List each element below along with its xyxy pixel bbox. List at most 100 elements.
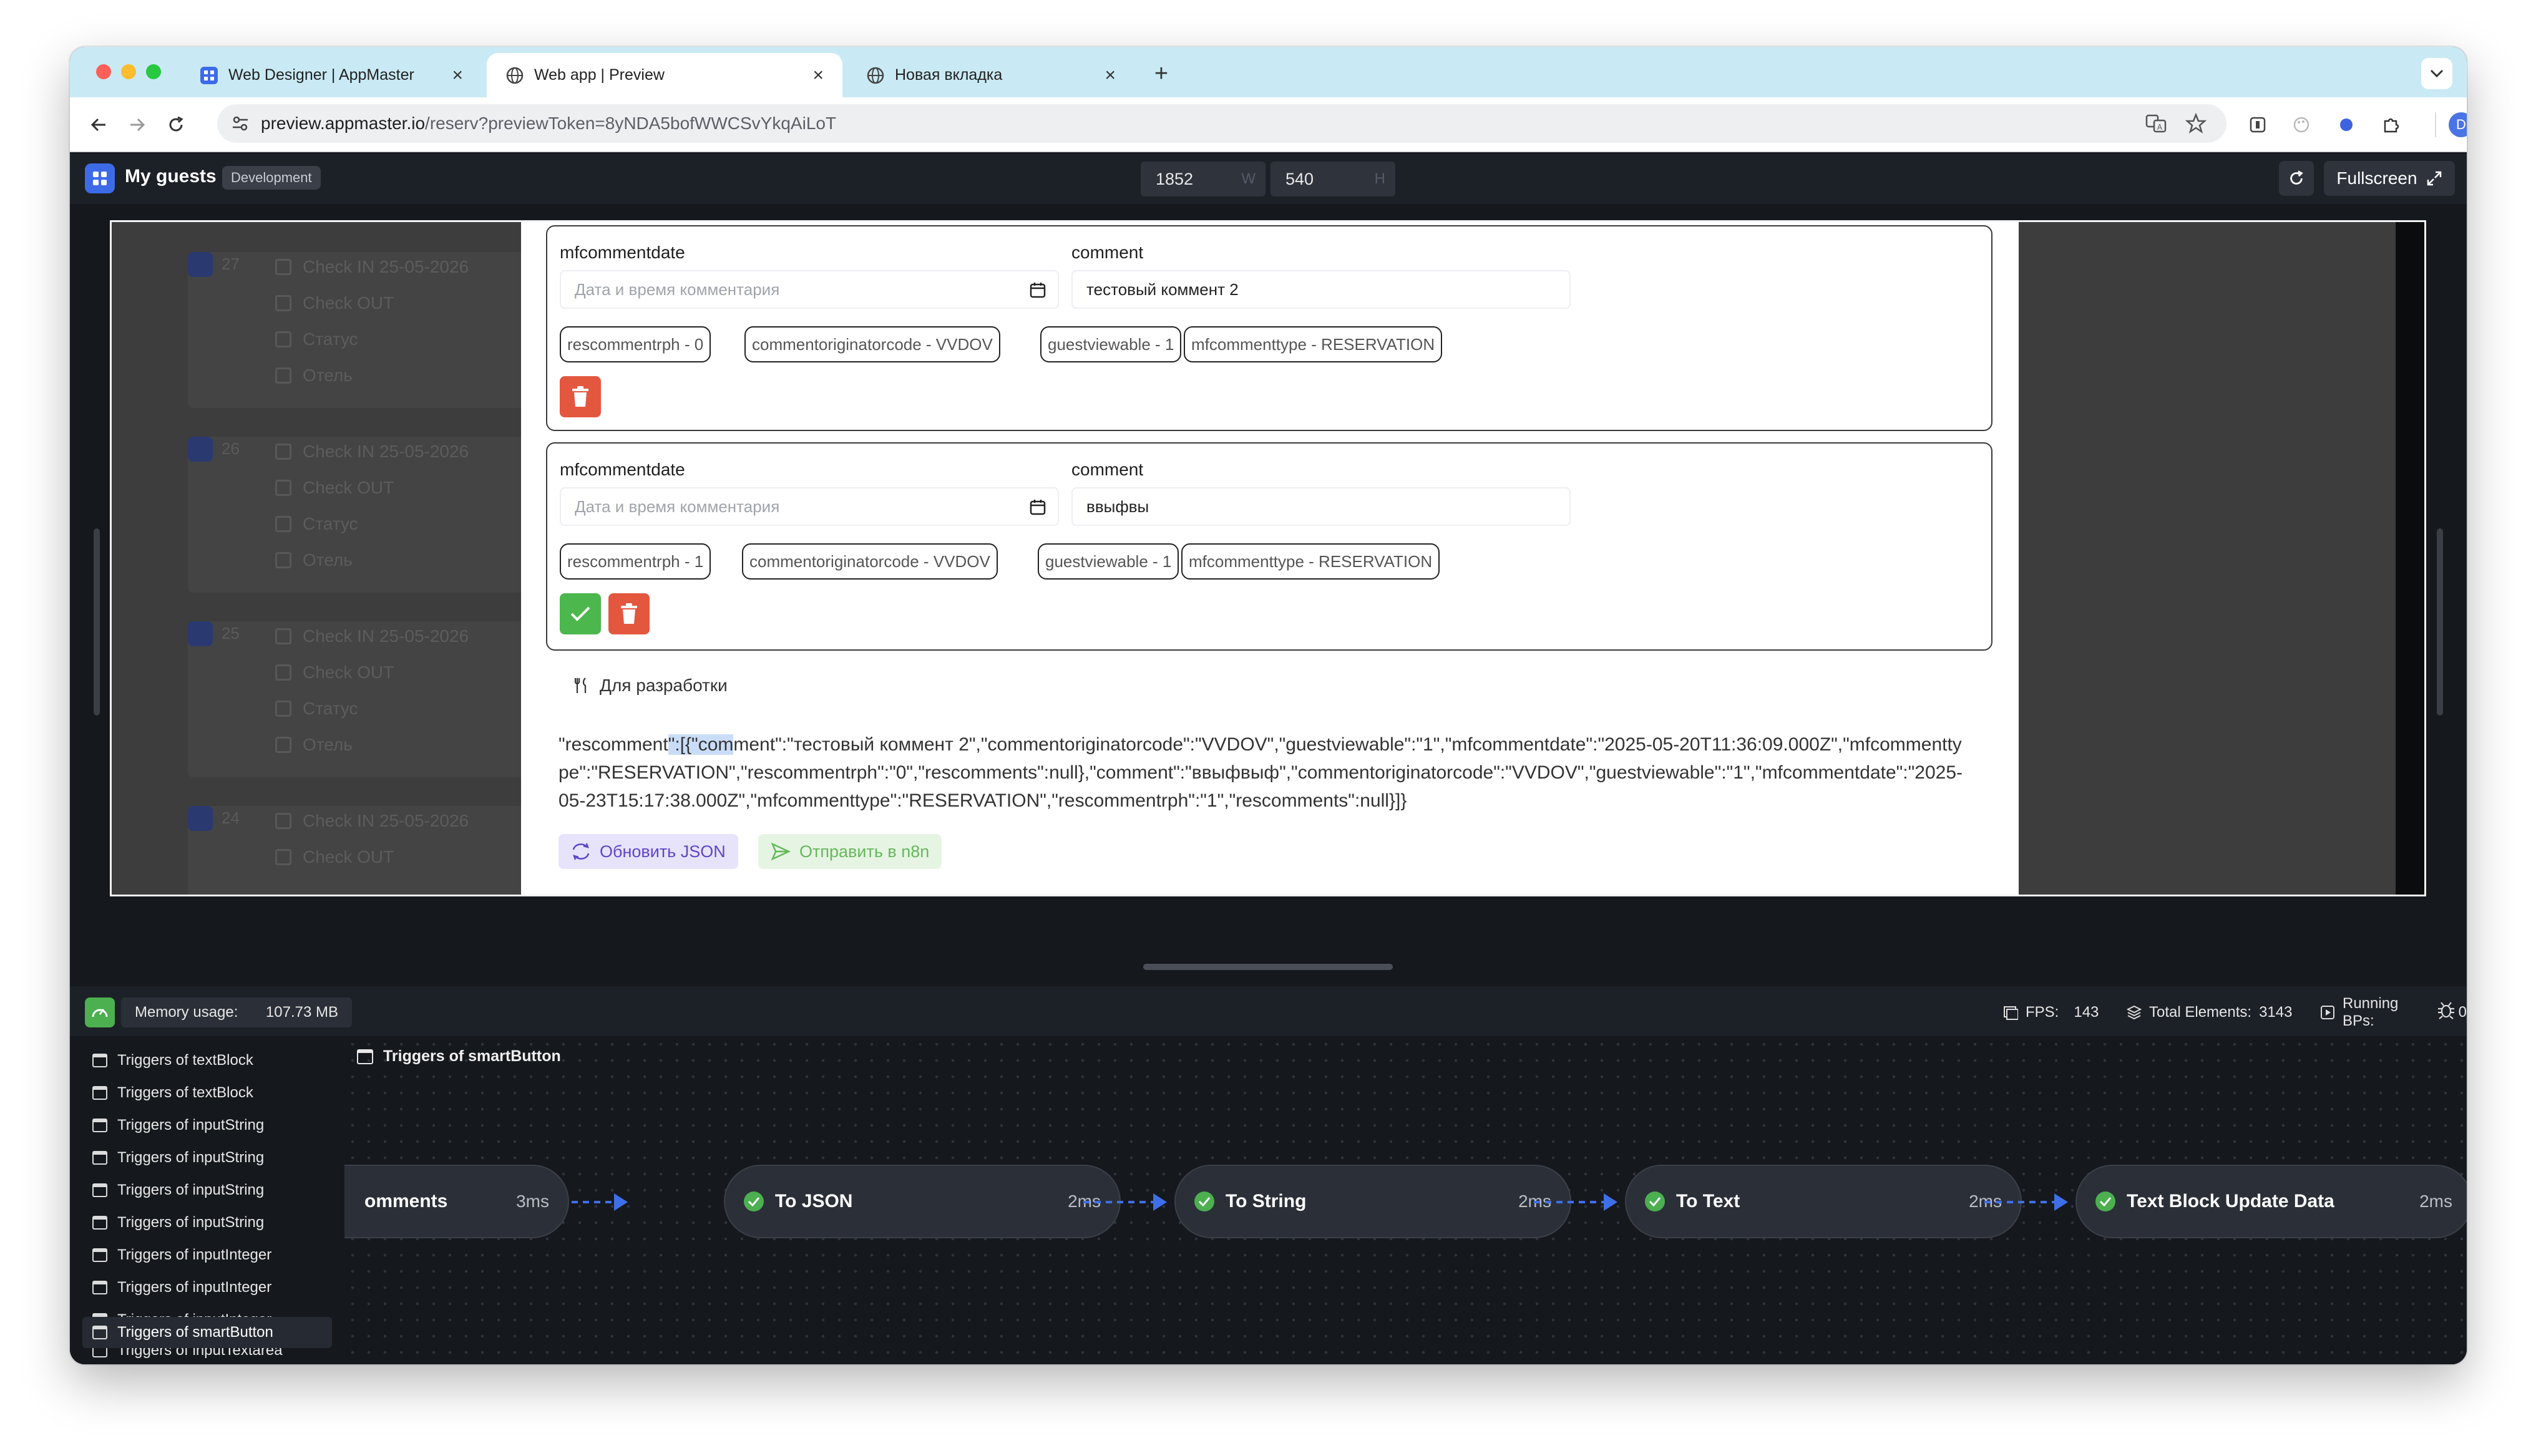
right-scrollbar[interactable] [2437, 528, 2443, 716]
arrow-icon [2054, 1193, 2068, 1211]
memory-label: Memory usage: [135, 1004, 238, 1021]
trigger-item[interactable]: Triggers of inputString [82, 1110, 332, 1141]
site-settings-icon[interactable] [231, 114, 250, 133]
trigger-item[interactable]: Triggers of inputInteger [82, 1240, 332, 1271]
environment-badge: Development [222, 166, 321, 190]
chip-rescommentrph: rescommentrph - 0 [560, 326, 711, 362]
blueprint-node[interactable]: Text Block Update Data 2ms [2075, 1165, 2467, 1238]
fullscreen-label: Fullscreen [2336, 168, 2417, 188]
date-placeholder: Дата и время комментария [575, 497, 780, 516]
dev-section-label: Для разработки [600, 676, 728, 695]
profile-avatar[interactable]: D [2449, 112, 2467, 137]
window-icon [92, 1119, 107, 1132]
hotel-line: Отель [275, 550, 353, 570]
refresh-json-button[interactable]: Обновить JSON [558, 834, 738, 869]
blueprint-canvas[interactable]: Triggers of smartButton omments 3ms To J… [344, 1036, 2467, 1364]
status-line: Статус [275, 514, 358, 534]
check-circle-icon [1645, 1191, 1665, 1211]
debug-bar: Memory usage: 107.73 MB FPS: 143 Total El… [70, 986, 2467, 1036]
comment-label: comment [1071, 460, 1144, 479]
delete-comment-button[interactable] [608, 593, 650, 634]
trigger-item[interactable]: Triggers of inputString [82, 1207, 332, 1238]
blueprint-node[interactable]: To Text 2ms [1625, 1165, 2022, 1238]
tab-new-tab[interactable]: Новая вкладка × [847, 53, 1134, 97]
connector-line [1984, 1201, 2054, 1203]
translate-icon[interactable]: A [2145, 113, 2167, 134]
trigger-list: Triggers of textBlock Triggers of textBl… [70, 1036, 344, 1364]
height-input[interactable]: 540 H [1270, 162, 1395, 197]
dev-section-header: Для разработки [573, 676, 728, 696]
date-input[interactable]: Дата и время комментария [560, 487, 1059, 526]
tab-web-app-preview[interactable]: Web app | Preview × [487, 53, 842, 97]
total-elements-stat: Total Elements: 3143 [2127, 1000, 2292, 1025]
left-scrollbar[interactable] [94, 528, 100, 716]
trigger-item-active[interactable]: Triggers of smartButton [82, 1317, 332, 1348]
calendar-icon [275, 259, 291, 275]
blueprint-node[interactable]: To String 2ms [1174, 1165, 1571, 1238]
tab-search-chevron-icon[interactable] [2421, 58, 2452, 89]
confirm-comment-button[interactable] [560, 593, 601, 634]
address-bar[interactable]: preview.appmaster.io/reserv?previewToken… [217, 104, 2226, 143]
guest-card: 27 Check IN 25-05-2026 Check OUT Статус … [188, 252, 544, 408]
close-tab-icon[interactable]: × [1105, 65, 1116, 86]
fullscreen-button[interactable]: Fullscreen [2324, 161, 2455, 196]
extension-palette-icon[interactable] [2289, 112, 2314, 137]
tab-title: Web app | Preview [534, 66, 665, 84]
comment-card: mfcommentdate Дата и время комментария c… [546, 442, 1992, 651]
height-unit: H [1374, 170, 1385, 187]
width-value: 1852 [1156, 169, 1194, 188]
date-input[interactable]: Дата и время комментария [560, 270, 1059, 309]
calendar-icon[interactable] [1029, 498, 1046, 516]
search-icon [188, 437, 213, 462]
comment-input[interactable]: ввыфвы [1071, 487, 1571, 526]
chip-mfcommenttype: mfcommenttype - RESERVATION [1181, 543, 1440, 580]
width-input[interactable]: 1852 W [1141, 162, 1266, 197]
extension-dot-icon[interactable] [2334, 112, 2359, 137]
check-out-line: Check OUT [275, 662, 394, 682]
blueprint-debugger: Triggers of textBlock Triggers of textBl… [70, 1036, 2467, 1364]
trigger-item[interactable]: Triggers of inputString [82, 1142, 332, 1173]
calendar-icon[interactable] [1029, 281, 1046, 299]
blueprint-node[interactable]: omments 3ms [344, 1165, 569, 1238]
close-tab-icon[interactable]: × [812, 65, 824, 86]
preview-viewport: 27 Check IN 25-05-2026 Check OUT Статус … [110, 220, 2426, 896]
bookmark-star-icon[interactable] [2185, 113, 2207, 134]
maximize-window-button[interactable] [146, 64, 161, 79]
extensions-puzzle-icon[interactable] [2379, 112, 2404, 137]
preview-stage: 27 Check IN 25-05-2026 Check OUT Статус … [70, 204, 2467, 986]
new-tab-icon[interactable]: + [1146, 58, 1177, 89]
comment-input[interactable]: тестовый коммент 2 [1071, 270, 1571, 309]
chip-commentoriginatorcode: commentoriginatorcode - VVDOV [744, 326, 1000, 362]
trigger-item[interactable]: Triggers of inputString [82, 1175, 332, 1206]
calendar-icon [275, 295, 291, 311]
bug-icon[interactable] [2436, 1000, 2456, 1020]
browser-window: Web Designer | AppMaster × Web app | Pre… [70, 47, 2467, 1364]
back-arrow-icon[interactable] [86, 112, 111, 137]
close-window-button[interactable] [96, 64, 111, 79]
tab-web-designer[interactable]: Web Designer | AppMaster × [181, 53, 482, 97]
app-header: My guests Development 1852 W 540 H Fulls… [70, 153, 2467, 204]
comments-panel: mfcommentdate Дата и время комментария c… [521, 222, 2019, 895]
calendar-icon [275, 628, 291, 644]
arrow-icon [1604, 1193, 1617, 1211]
trigger-item[interactable]: Triggers of inputInteger [82, 1272, 332, 1303]
minimize-window-button[interactable] [121, 64, 136, 79]
reload-icon[interactable] [163, 112, 188, 137]
tab-strip: Web Designer | AppMaster × Web app | Pre… [70, 47, 2467, 97]
close-tab-icon[interactable]: × [452, 65, 463, 86]
trigger-item[interactable]: Triggers of textBlock [82, 1045, 332, 1076]
extension-shield-icon[interactable] [2245, 112, 2270, 137]
check-icon [570, 605, 591, 623]
globe-icon [505, 66, 524, 85]
fps-icon [2003, 1005, 2018, 1020]
trigger-item[interactable]: Triggers of textBlock [82, 1077, 332, 1109]
resize-handle[interactable] [1143, 964, 1393, 970]
send-to-n8n-button[interactable]: Отправить в n8n [758, 834, 942, 869]
delete-comment-button[interactable] [560, 376, 601, 417]
forward-arrow-icon[interactable] [125, 112, 150, 137]
blueprint-node[interactable]: To JSON 2ms [724, 1165, 1121, 1238]
json-output: "rescomment":[{"comment":"тестовый комме… [558, 734, 1963, 811]
canvas-title: Triggers of smartButton [357, 1047, 561, 1065]
status-line: Статус [275, 329, 358, 349]
refresh-preview-button[interactable] [2279, 161, 2314, 196]
